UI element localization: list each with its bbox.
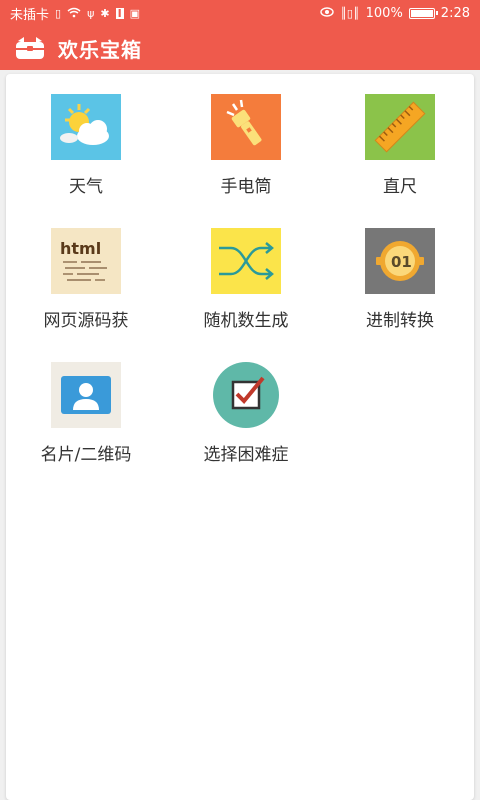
app-title: 欢乐宝箱 (58, 37, 142, 62)
wifi-icon (67, 7, 81, 20)
tool-flashlight[interactable]: 手电筒 (166, 94, 326, 228)
weather-icon (51, 94, 121, 160)
clock-time: 2:28 (440, 5, 470, 21)
tool-business-card[interactable]: 名片/二维码 (6, 362, 166, 496)
tool-label: 天气 (69, 177, 103, 197)
tool-html-source[interactable]: html 网页源码获 (6, 228, 166, 362)
tool-base-converter[interactable]: 01 进制转换 (326, 228, 474, 362)
shuffle-icon (211, 228, 281, 294)
sync-icon: ✱ (100, 6, 110, 20)
tools-card: 天气 手电筒 直尺 html 网页源码获 随机数生成 01 进制转换 名片/二维… (6, 74, 474, 800)
svg-text:html: html (60, 239, 101, 258)
toolbox-icon (14, 35, 46, 61)
vibrate-icon: ║▯║ (340, 6, 360, 20)
carrier-text: 未插卡 (10, 7, 50, 23)
business-card-icon (51, 362, 121, 428)
tool-label: 网页源码获 (43, 311, 129, 331)
usb-icon: ψ (87, 6, 95, 20)
tool-weather[interactable]: 天气 (6, 94, 166, 228)
battery-icon (408, 7, 438, 19)
ruler-icon (365, 94, 435, 160)
tool-random-number[interactable]: 随机数生成 (166, 228, 326, 362)
checkbox-decision-icon (211, 362, 281, 428)
status-bar: 未插卡 ▯ ψ ✱ I ▣ ║▯║ 100% 2:28 (0, 0, 480, 26)
sim-icon: ▯ (55, 6, 62, 20)
tool-label: 选择困难症 (203, 445, 289, 465)
app-bar: 欢乐宝箱 (0, 26, 480, 70)
tool-label: 进制转换 (366, 311, 434, 331)
tool-ruler[interactable]: 直尺 (326, 94, 474, 228)
tool-label: 直尺 (383, 177, 417, 197)
battery-percent: 100% (365, 5, 403, 21)
notification-icon: I (115, 6, 124, 20)
tool-label: 手电筒 (220, 177, 272, 197)
tools-grid: 天气 手电筒 直尺 html 网页源码获 随机数生成 01 进制转换 名片/二维… (6, 94, 474, 496)
tool-label: 名片/二维码 (40, 445, 132, 465)
tool-decision[interactable]: 选择困难症 (166, 362, 326, 496)
flashlight-icon (211, 94, 281, 160)
svg-text:01: 01 (391, 253, 412, 271)
tool-label: 随机数生成 (203, 311, 289, 331)
sd-card-icon: ▣ (129, 6, 141, 20)
eye-icon (320, 7, 335, 19)
number-base-icon: 01 (365, 228, 435, 294)
html-source-icon: html (51, 228, 121, 294)
